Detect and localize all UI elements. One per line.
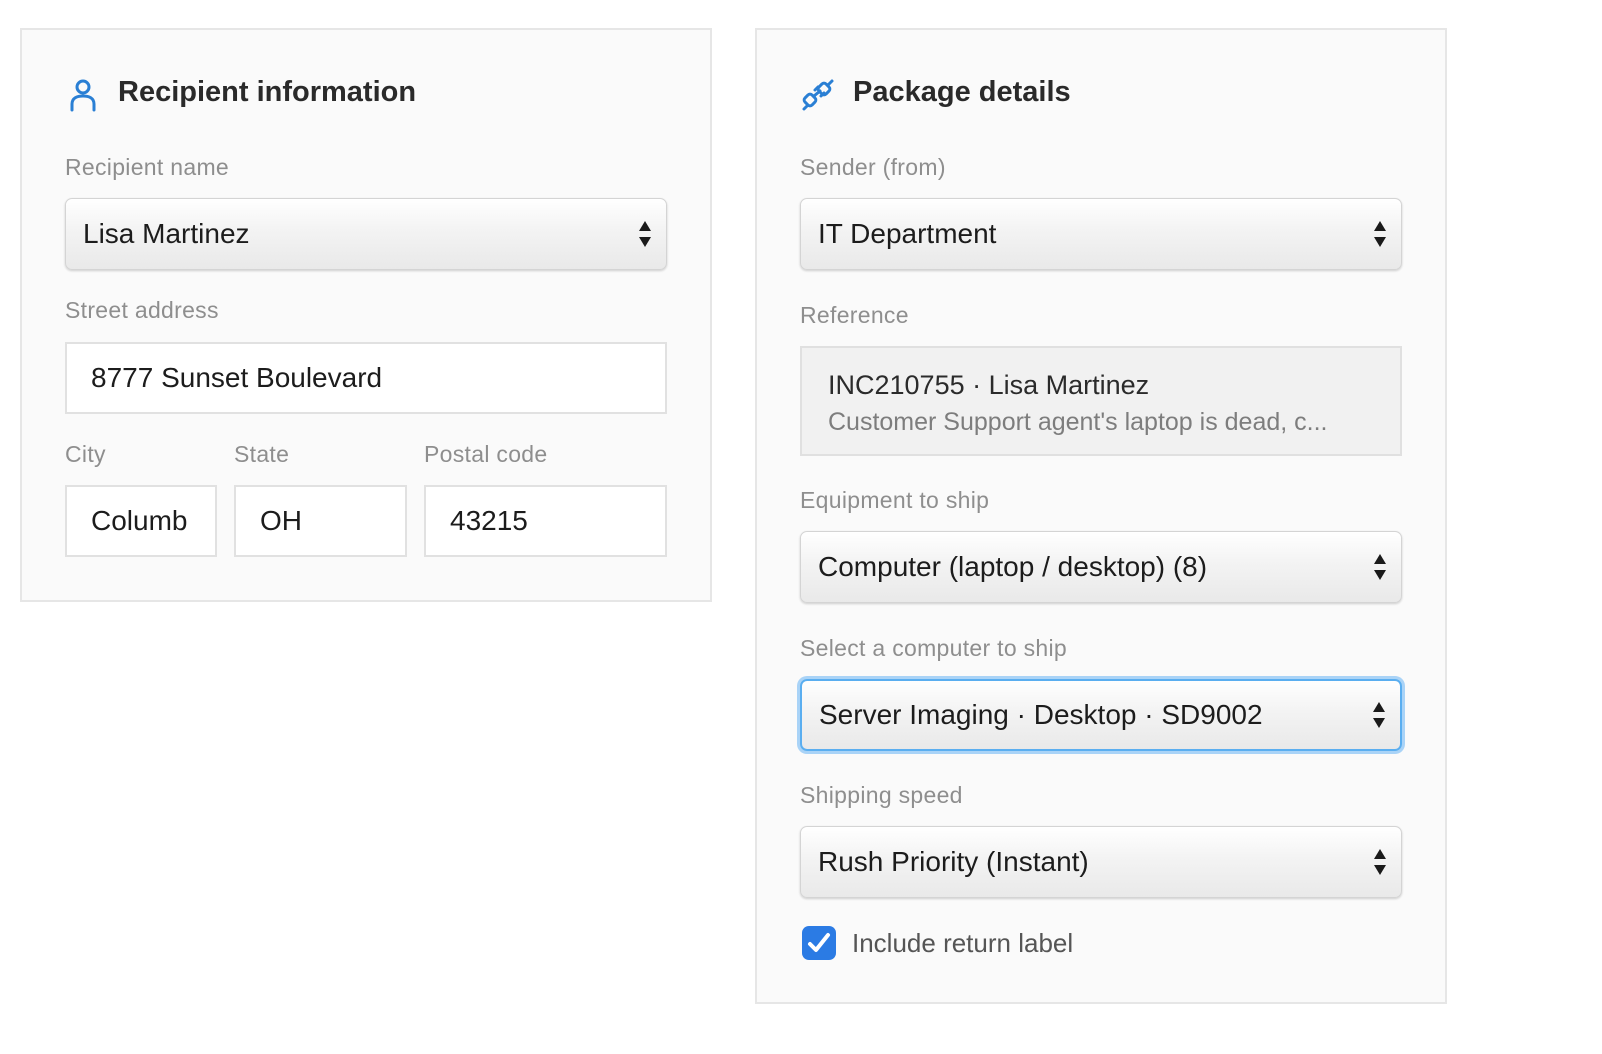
package-details-panel: Package details Sender (from) IT Departm… xyxy=(755,28,1447,1004)
recipient-name-value: Lisa Martinez xyxy=(83,218,250,249)
postal-code-label: Postal code xyxy=(424,441,548,467)
state-label: State xyxy=(234,441,290,467)
computer-value: Server Imaging · Desktop · SD9002 xyxy=(819,699,1263,730)
select-arrows-icon xyxy=(639,221,651,247)
recipient-name-select[interactable]: Lisa Martinez xyxy=(65,198,667,270)
select-arrows-icon xyxy=(1374,849,1386,875)
city-value: Columb xyxy=(91,505,188,536)
computer-select[interactable]: Server Imaging · Desktop · SD9002 xyxy=(800,679,1402,751)
equipment-value: Computer (laptop / desktop) (8) xyxy=(818,551,1208,582)
recipient-name-label: Recipient name xyxy=(65,154,230,180)
state-input[interactable]: OH xyxy=(234,485,407,557)
shipping-speed-value: Rush Priority (Instant) xyxy=(818,846,1089,877)
select-arrows-icon xyxy=(1373,702,1385,728)
postal-code-value: 43215 xyxy=(450,505,528,536)
street-address-input[interactable]: 8777 Sunset Boulevard xyxy=(65,342,667,414)
computer-select-label: Select a computer to ship xyxy=(800,635,1068,661)
reference-description: Customer Support agent's laptop is dead,… xyxy=(828,408,1328,436)
street-address-value: 8777 Sunset Boulevard xyxy=(91,362,383,393)
plug-icon xyxy=(802,79,834,111)
city-input[interactable]: Columb xyxy=(65,485,217,557)
state-value: OH xyxy=(260,505,302,536)
select-arrows-icon xyxy=(1374,554,1386,580)
shipping-speed-label: Shipping speed xyxy=(800,782,963,808)
sender-select[interactable]: IT Department xyxy=(800,198,1402,270)
shipping-speed-select[interactable]: Rush Priority (Instant) xyxy=(800,826,1402,898)
person-icon xyxy=(70,79,96,112)
street-address-label: Street address xyxy=(65,297,219,323)
reference-incident: INC210755 · Lisa Martinez xyxy=(828,370,1150,400)
sender-value: IT Department xyxy=(818,218,997,249)
select-arrows-icon xyxy=(1374,221,1386,247)
city-label: City xyxy=(65,441,106,467)
postal-code-input[interactable]: 43215 xyxy=(424,485,667,557)
recipient-information-panel: Recipient information Recipient name Lis… xyxy=(20,28,712,602)
return-label-checkbox[interactable] xyxy=(802,926,836,960)
reference-label: Reference xyxy=(800,302,909,328)
sender-label: Sender (from) xyxy=(800,154,946,180)
package-panel-title: Package details xyxy=(853,76,1071,108)
reference-field: INC210755 · Lisa Martinez Customer Suppo… xyxy=(800,346,1402,456)
recipient-panel-title: Recipient information xyxy=(118,76,417,108)
return-label-text[interactable]: Include return label xyxy=(852,928,1073,959)
checkmark-icon xyxy=(808,933,830,952)
equipment-label: Equipment to ship xyxy=(800,487,990,513)
equipment-select[interactable]: Computer (laptop / desktop) (8) xyxy=(800,531,1402,603)
